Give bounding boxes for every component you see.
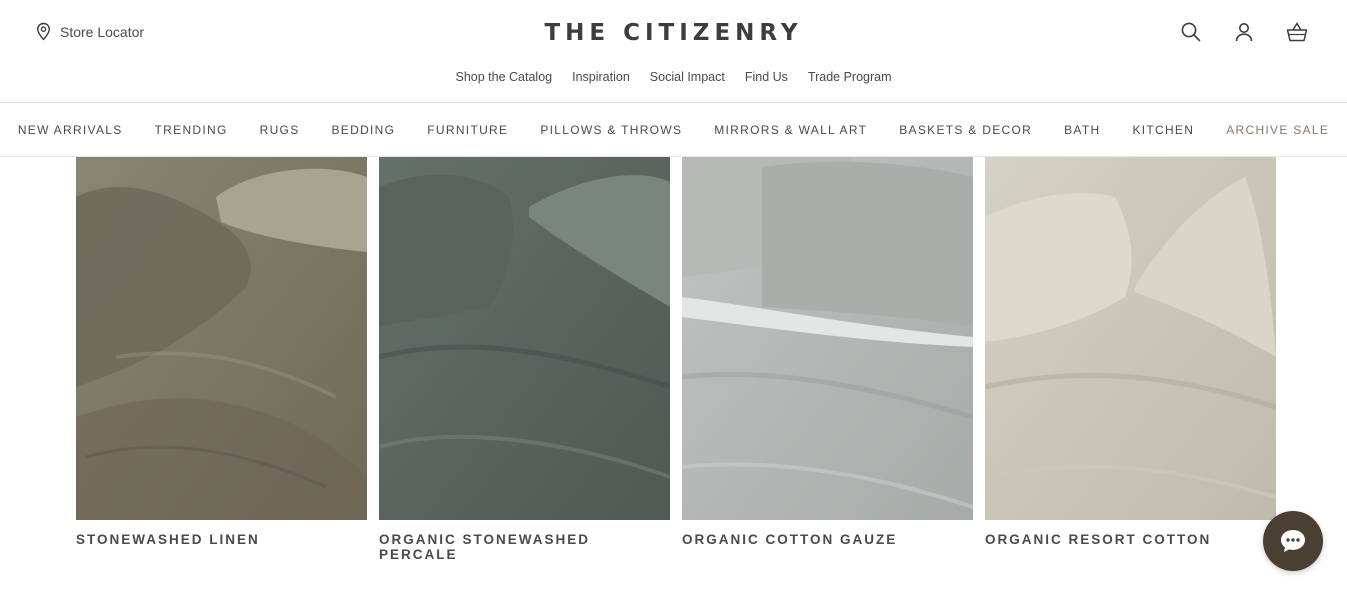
product-image[interactable] (379, 157, 670, 520)
product-card[interactable]: ORGANIC STONEWASHED PERCALE (379, 157, 670, 562)
nav-item-rugs[interactable]: RUGS (260, 123, 300, 137)
product-image[interactable] (985, 157, 1276, 520)
nav-item-furniture[interactable]: FURNITURE (427, 123, 508, 137)
cart-icon[interactable] (1285, 20, 1309, 44)
nav-item-kitchen[interactable]: KITCHEN (1132, 123, 1194, 137)
product-name[interactable]: STONEWASHED LINEN (76, 532, 367, 547)
brand-logo[interactable]: THE CITIZENRY (0, 20, 1347, 46)
nav-item-archive-sale[interactable]: ARCHIVE SALE (1226, 123, 1329, 137)
product-name[interactable]: ORGANIC STONEWASHED PERCALE (379, 532, 670, 562)
product-grid: STONEWASHED LINEN ORGANIC STONEWASHED PE… (76, 157, 1276, 562)
product-card[interactable]: STONEWASHED LINEN (76, 157, 367, 562)
util-link-find-us[interactable]: Find Us (745, 70, 788, 84)
util-link-trade-program[interactable]: Trade Program (808, 70, 892, 84)
product-name[interactable]: ORGANIC COTTON GAUZE (682, 532, 973, 547)
product-image[interactable] (682, 157, 973, 520)
product-image[interactable] (76, 157, 367, 520)
product-card[interactable]: ORGANIC RESORT COTTON (985, 157, 1276, 562)
nav-item-mirrors-wall-art[interactable]: MIRRORS & WALL ART (714, 123, 867, 137)
nav-item-new-arrivals[interactable]: NEW ARRIVALS (18, 123, 123, 137)
util-link-inspiration[interactable]: Inspiration (572, 70, 630, 84)
nav-item-pillows-throws[interactable]: PILLOWS & THROWS (540, 123, 682, 137)
site-header: Store Locator THE CITIZENRY Shop the Cat… (0, 0, 1347, 102)
header-icons (1179, 20, 1309, 44)
nav-item-bedding[interactable]: BEDDING (332, 123, 396, 137)
chat-bubble-icon (1281, 530, 1305, 552)
utility-links: Shop the Catalog Inspiration Social Impa… (0, 70, 1347, 84)
product-card[interactable]: ORGANIC COTTON GAUZE (682, 157, 973, 562)
util-link-shop-catalog[interactable]: Shop the Catalog (456, 70, 553, 84)
search-icon[interactable] (1179, 20, 1203, 44)
nav-item-bath[interactable]: BATH (1064, 123, 1100, 137)
chat-button[interactable] (1263, 511, 1323, 571)
main-navigation: NEW ARRIVALS TRENDING RUGS BEDDING FURNI… (0, 103, 1347, 156)
account-icon[interactable] (1232, 20, 1256, 44)
nav-item-trending[interactable]: TRENDING (155, 123, 228, 137)
util-link-social-impact[interactable]: Social Impact (650, 70, 725, 84)
product-name[interactable]: ORGANIC RESORT COTTON (985, 532, 1276, 547)
nav-item-baskets-decor[interactable]: BASKETS & DECOR (899, 123, 1032, 137)
